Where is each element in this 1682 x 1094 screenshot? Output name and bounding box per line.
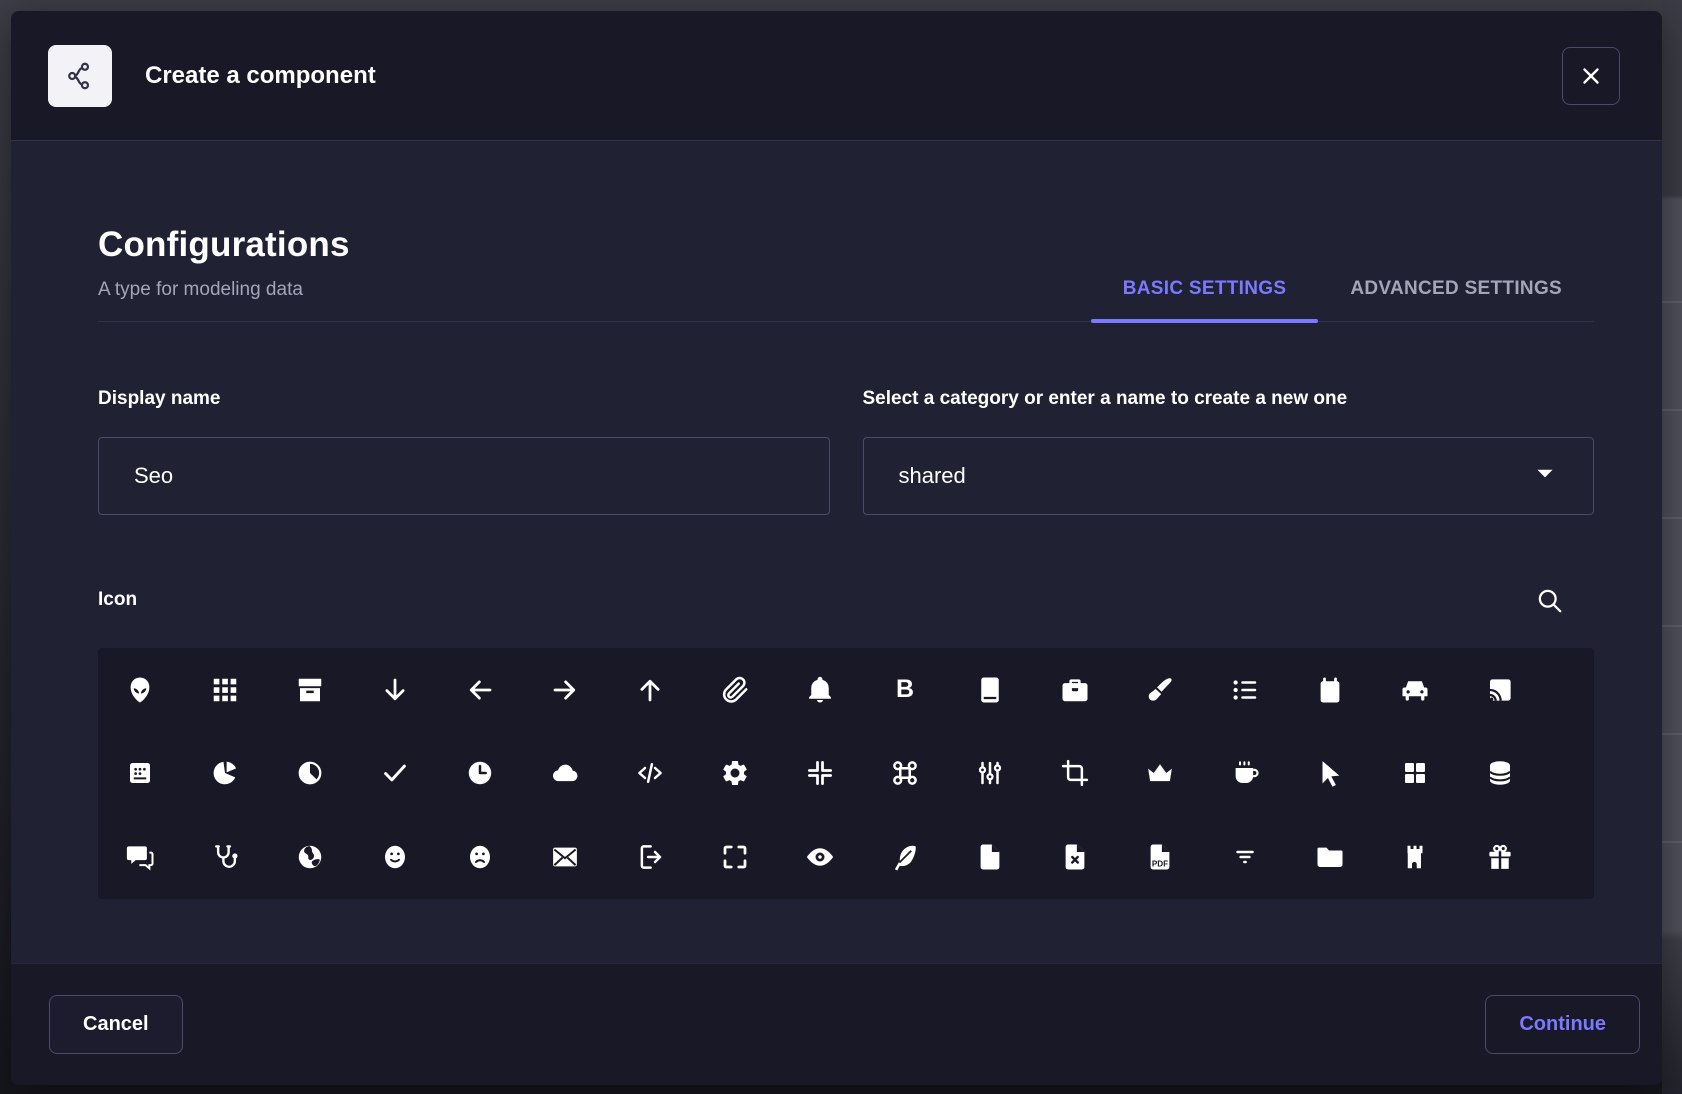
icon-emotion-unhappy[interactable] — [438, 815, 523, 899]
icon-bullet-list[interactable] — [1202, 648, 1287, 732]
icon-code[interactable] — [608, 732, 693, 816]
search-icon[interactable] — [1534, 585, 1564, 615]
icon-gate[interactable] — [1372, 815, 1457, 899]
icon-connector[interactable] — [947, 732, 1032, 816]
icon-crown[interactable] — [1117, 732, 1202, 816]
settings-tabs: BASIC SETTINGS ADVANCED SETTINGS — [1091, 257, 1594, 321]
icon-picker-header: Icon — [98, 585, 1594, 615]
icon-discuss[interactable] — [98, 815, 183, 899]
icon-check[interactable] — [353, 732, 438, 816]
icon-emotion-happy[interactable] — [353, 815, 438, 899]
category-select-value: shared — [899, 463, 966, 489]
modal-header: Create a component — [11, 11, 1662, 141]
component-icon — [48, 45, 112, 107]
icon-envelop[interactable] — [523, 815, 608, 899]
icon-expand[interactable] — [693, 815, 778, 899]
tabs-divider — [98, 321, 1594, 322]
icon-arrow-left[interactable] — [438, 648, 523, 732]
tab-advanced-settings[interactable]: ADVANCED SETTINGS — [1318, 257, 1594, 321]
icon-chart-pie[interactable] — [268, 732, 353, 816]
icon-label: Icon — [98, 589, 137, 611]
icon-calendar[interactable] — [1287, 648, 1372, 732]
icon-arrow-right[interactable] — [523, 648, 608, 732]
icon-file-pdf[interactable]: PDF — [1117, 815, 1202, 899]
icon-exit[interactable] — [608, 815, 693, 899]
display-name-input[interactable] — [98, 437, 830, 515]
icon-bell[interactable] — [778, 648, 863, 732]
icon-book[interactable] — [947, 648, 1032, 732]
modal-body: Configurations A type for modeling data … — [11, 141, 1662, 963]
svg-text:B: B — [896, 675, 914, 703]
icon-cog[interactable] — [693, 732, 778, 816]
icon-clock[interactable] — [438, 732, 523, 816]
icon-dashboard[interactable] — [1372, 732, 1457, 816]
tab-basic-settings[interactable]: BASIC SETTINGS — [1091, 257, 1319, 321]
icon-folder[interactable] — [1287, 815, 1372, 899]
section-subtitle: A type for modeling data — [98, 279, 1091, 301]
icon-cursor[interactable] — [1287, 732, 1372, 816]
icon-crop[interactable] — [1032, 732, 1117, 816]
icon-cloud[interactable] — [523, 732, 608, 816]
cancel-button[interactable]: Cancel — [49, 995, 183, 1054]
icon-cup[interactable] — [1202, 732, 1287, 816]
icon-chart-circle[interactable] — [183, 732, 268, 816]
continue-button[interactable]: Continue — [1485, 995, 1640, 1054]
icon-car[interactable] — [1372, 648, 1457, 732]
background-page-edge — [1662, 0, 1682, 1094]
svg-text:PDF: PDF — [1152, 860, 1168, 869]
icon-command[interactable] — [862, 732, 947, 816]
icon-grid: B PDF — [98, 648, 1594, 899]
icon-filter[interactable] — [1202, 815, 1287, 899]
icon-attachment[interactable] — [693, 648, 778, 732]
category-select[interactable]: shared — [863, 437, 1595, 515]
icon-file[interactable] — [947, 815, 1032, 899]
icon-doctor[interactable] — [183, 815, 268, 899]
display-name-label: Display name — [98, 388, 830, 410]
icon-brush[interactable] — [1117, 648, 1202, 732]
icon-alien[interactable] — [98, 648, 183, 732]
modal-footer: Cancel Continue — [11, 963, 1662, 1085]
icon-cast[interactable] — [1457, 648, 1542, 732]
section-title: Configurations — [98, 225, 1091, 265]
icon-apps[interactable] — [183, 648, 268, 732]
icon-file-error[interactable] — [1032, 815, 1117, 899]
icon-chart-bubble[interactable] — [98, 732, 183, 816]
icon-archive[interactable] — [268, 648, 353, 732]
icon-earth[interactable] — [268, 815, 353, 899]
icon-feather[interactable] — [862, 815, 947, 899]
close-button[interactable] — [1562, 47, 1620, 105]
icon-eye[interactable] — [778, 815, 863, 899]
icon-database[interactable] — [1457, 732, 1542, 816]
icon-collapse[interactable] — [778, 732, 863, 816]
icon-arrow-down[interactable] — [353, 648, 438, 732]
icon-briefcase[interactable] — [1032, 648, 1117, 732]
create-component-modal: Create a component Configurations A type… — [11, 11, 1662, 1085]
form-row: Display name Select a category or enter … — [98, 388, 1594, 515]
icon-arrow-up[interactable] — [608, 648, 693, 732]
icon-bold[interactable]: B — [862, 648, 947, 732]
heading-row: Configurations A type for modeling data … — [98, 225, 1594, 321]
caret-down-icon — [1532, 460, 1558, 492]
icon-gift[interactable] — [1457, 815, 1542, 899]
category-label: Select a category or enter a name to cre… — [863, 388, 1595, 410]
modal-title: Create a component — [145, 62, 376, 90]
